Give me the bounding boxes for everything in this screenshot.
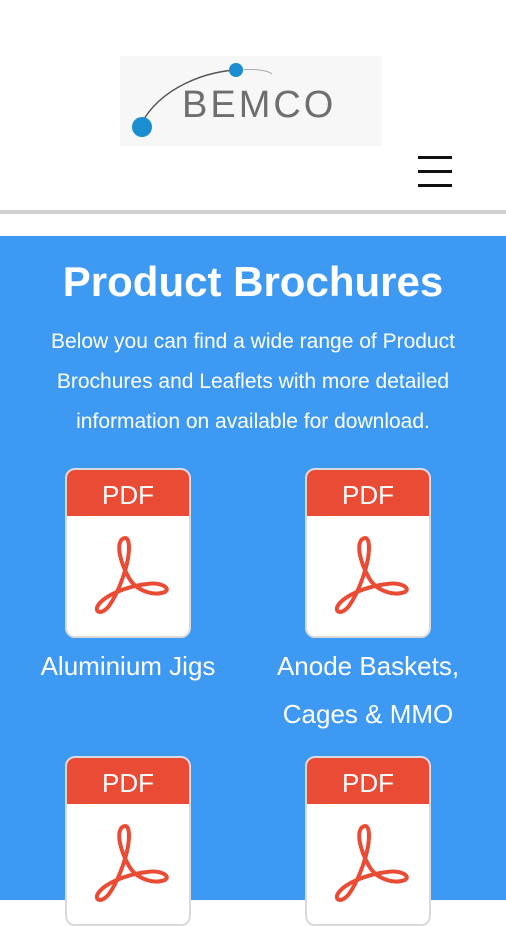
brochure-card-4[interactable]: PDF [248,756,488,926]
intro-text: Below you can find a wide range of Produ… [51,330,455,433]
page-title: Product Brochures [62,258,444,305]
acrobat-icon [94,536,169,614]
pdf-icon: PDF [65,468,191,638]
bemco-logo[interactable]: BEMCO [120,56,382,146]
pdf-badge: PDF [67,470,189,516]
pdf-icon: PDF [65,756,191,926]
pdf-badge: PDF [307,470,429,516]
hamburger-menu-icon[interactable] [414,152,458,192]
logo-wordmark: BEMCO [182,84,337,126]
brochure-label: Anode Baskets, Cages & MMO [276,651,460,729]
pdf-badge: PDF [67,758,189,804]
brochure-label: Aluminium Jigs [40,651,216,681]
acrobat-icon [94,824,169,902]
header-divider [0,210,506,214]
brochure-card-aluminium-jigs[interactable]: PDF Aluminium Jigs [8,468,248,690]
acrobat-icon [334,536,409,614]
brochure-card-3[interactable]: PDF [8,756,248,926]
brochures-section: Product Brochures Below you can find a w… [0,236,506,926]
acrobat-icon [334,824,409,902]
pdf-icon: PDF [305,468,431,638]
pdf-icon: PDF [305,756,431,926]
pdf-badge: PDF [307,758,429,804]
brochure-card-anode-baskets[interactable]: PDF Anode Baskets, Cages & MMO [248,468,488,738]
site-header: BEMCO [0,0,506,212]
